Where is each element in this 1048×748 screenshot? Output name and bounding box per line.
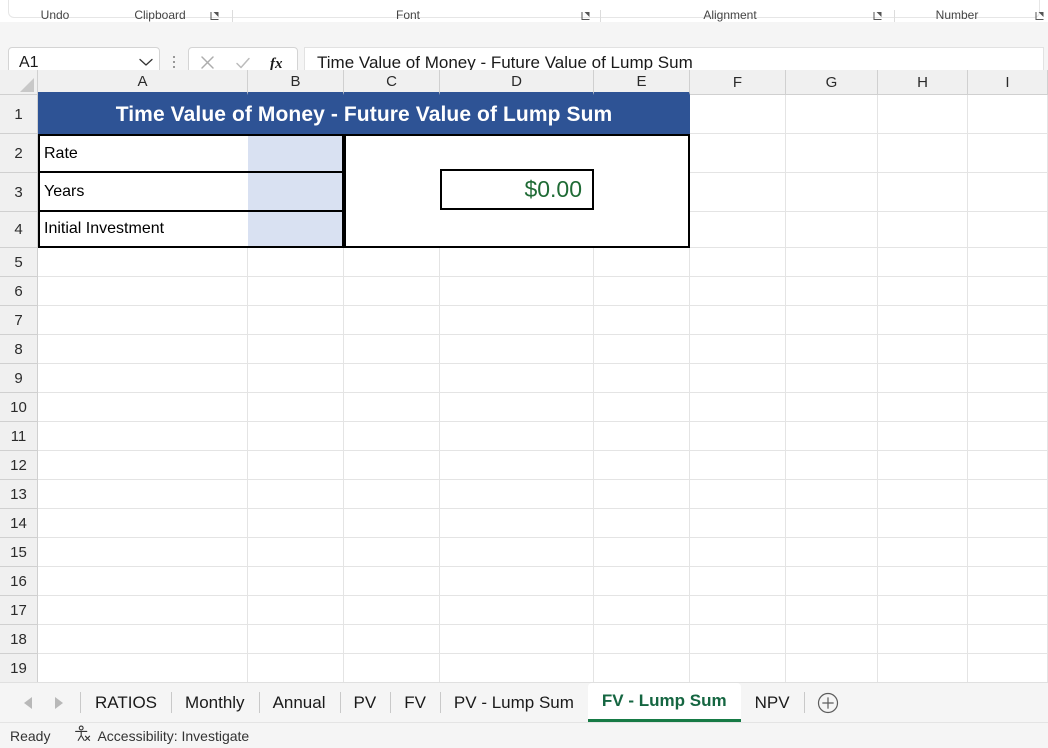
cell-a1-title-banner[interactable]: Time Value of Money - Future Value of Lu… (38, 95, 690, 134)
dialog-launcher-icon-number[interactable] (1035, 12, 1045, 21)
cell-d3-future-value-result[interactable]: $0.00 (440, 169, 594, 210)
sheet-tab-pv[interactable]: PV (339, 683, 391, 722)
row-header-18[interactable]: 18 (0, 625, 38, 654)
ribbon-group-label-clipboard: Clipboard (134, 8, 186, 22)
gridline-horizontal (38, 305, 1048, 306)
sheet-tab-fv-lump-sum[interactable]: FV - Lump Sum (587, 683, 741, 722)
cell-b4-initial-investment-input[interactable] (248, 212, 344, 248)
row-header-7[interactable]: 7 (0, 306, 38, 335)
add-sheet-plus-icon[interactable] (805, 683, 851, 722)
row-header-8[interactable]: 8 (0, 335, 38, 364)
sheet-tab-annual[interactable]: Annual (258, 683, 340, 722)
gridline-horizontal (38, 479, 1048, 480)
ribbon-group-label-font: Font (395, 8, 421, 22)
sheet-nav-arrows (0, 683, 80, 722)
column-header-c[interactable]: C (344, 70, 440, 95)
gridline-horizontal (38, 421, 1048, 422)
cell-area: Time Value of Money - Future Value of Lu… (38, 95, 1048, 682)
cell-a4-initial-investment-label[interactable]: Initial Investment (38, 212, 248, 248)
cell-b3-years-input[interactable] (248, 173, 344, 212)
name-box-value: A1 (19, 53, 39, 71)
gridline-horizontal (38, 334, 1048, 335)
row-header-1[interactable]: 1 (0, 95, 38, 134)
gridline-vertical (967, 95, 968, 682)
gridline-horizontal (38, 624, 1048, 625)
ribbon-separator (894, 10, 895, 22)
ribbon-remnant: Undo Clipboard Font Alignment Number (0, 0, 1048, 22)
row-header-9[interactable]: 9 (0, 364, 38, 393)
ribbon-group-label-undo: Undo (40, 8, 70, 22)
row-header-16[interactable]: 16 (0, 567, 38, 596)
row-header-14[interactable]: 14 (0, 509, 38, 538)
row-header-2[interactable]: 2 (0, 134, 38, 173)
select-all-corner[interactable] (0, 70, 38, 95)
cell-b2-rate-input[interactable] (248, 134, 344, 173)
gridline-vertical (877, 95, 878, 682)
row-header-13[interactable]: 13 (0, 480, 38, 509)
column-header-i[interactable]: I (968, 70, 1048, 95)
spreadsheet-grid: ABCDEFGHI 1 2 3 4 5 6 7 8 9 10 11 12 13 14 15 16 17 18 19 … (0, 70, 1048, 682)
sheet-tab-ratios[interactable]: RATIOS (81, 683, 171, 722)
sheet-tab-pv-lump-sum[interactable]: PV - Lump Sum (439, 683, 588, 722)
status-mode-label: Ready (10, 727, 51, 744)
gridline-horizontal (38, 363, 1048, 364)
column-header-a[interactable]: A (38, 70, 248, 95)
gridline-horizontal (38, 595, 1048, 596)
ribbon-group-label-number: Number (935, 8, 979, 22)
nav-prev-triangle-icon[interactable] (22, 696, 34, 710)
row-header-12[interactable]: 12 (0, 451, 38, 480)
dialog-launcher-icon-font[interactable] (581, 12, 591, 21)
column-header-e[interactable]: E (594, 70, 690, 95)
row-header-10[interactable]: 10 (0, 393, 38, 422)
ribbon-separator (600, 10, 601, 22)
status-bar: Ready Accessibility: Investigate (0, 722, 1048, 748)
accessibility-status-button[interactable]: Accessibility: Investigate (74, 725, 249, 747)
column-header-f[interactable]: F (690, 70, 786, 95)
gridline-horizontal (38, 276, 1048, 277)
row-header-5[interactable]: 5 (0, 248, 38, 277)
row-header-19[interactable]: 19 (0, 654, 38, 682)
column-header-h[interactable]: H (878, 70, 968, 95)
accessibility-person-icon (74, 725, 91, 747)
accessibility-status-label: Accessibility: Investigate (97, 727, 250, 744)
row-header-3[interactable]: 3 (0, 173, 38, 212)
row-header-15[interactable]: 15 (0, 538, 38, 567)
gridline-horizontal (38, 653, 1048, 654)
dialog-launcher-icon-clipboard[interactable] (210, 12, 220, 21)
column-header-g[interactable]: G (786, 70, 878, 95)
column-header-d[interactable]: D (440, 70, 594, 95)
sheet-tab-strip: RATIOS Monthly Annual PV FV PV - Lump Sum FV -… (81, 683, 804, 722)
sheet-tab-fv[interactable]: FV (390, 683, 440, 722)
row-header-17[interactable]: 17 (0, 596, 38, 625)
cell-a2-rate-label[interactable]: Rate (38, 134, 248, 173)
sheet-tab-bar: RATIOS Monthly Annual PV FV PV - Lump Sum FV -… (0, 682, 1048, 722)
row-headers: 1 2 3 4 5 6 7 8 9 10 11 12 13 14 15 16 17 18 19 (0, 95, 38, 682)
ribbon-separator (232, 10, 233, 22)
dialog-launcher-icon-alignment[interactable] (873, 12, 883, 21)
gridline-horizontal (38, 537, 1048, 538)
row-header-11[interactable]: 11 (0, 422, 38, 451)
gridline-horizontal (38, 450, 1048, 451)
column-headers: ABCDEFGHI (38, 70, 1048, 95)
cell-a3-years-label[interactable]: Years (38, 173, 248, 212)
gridline-horizontal (38, 392, 1048, 393)
column-header-b[interactable]: B (248, 70, 344, 95)
sheet-tab-npv[interactable]: NPV (741, 683, 804, 722)
sheet-tab-monthly[interactable]: Monthly (171, 683, 259, 722)
row-header-4[interactable]: 4 (0, 212, 38, 248)
nav-next-triangle-icon[interactable] (52, 696, 64, 710)
row-header-6[interactable]: 6 (0, 277, 38, 306)
gridline-horizontal (38, 566, 1048, 567)
gridline-vertical (785, 95, 786, 682)
gridline-horizontal (38, 508, 1048, 509)
formula-bar-row: A1 fx Time Value of Money - Future Value… (0, 22, 1048, 78)
ribbon-group-label-alignment: Alignment (703, 8, 757, 22)
